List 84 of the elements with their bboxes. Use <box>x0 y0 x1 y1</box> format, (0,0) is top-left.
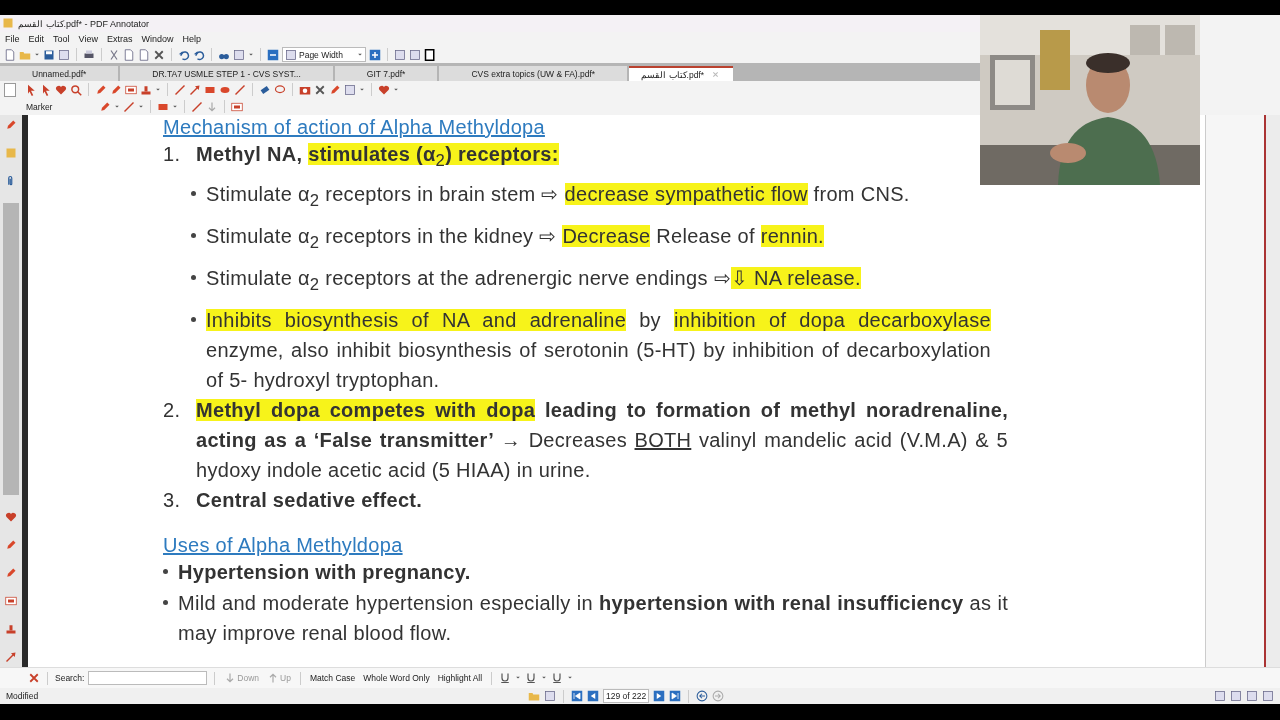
print-icon[interactable] <box>83 48 95 61</box>
menu-item[interactable]: View <box>78 34 98 44</box>
bullet-dot <box>191 275 196 280</box>
zoom-in-icon[interactable] <box>369 48 381 61</box>
search-option[interactable]: Match Case <box>307 673 358 683</box>
line-width-icon[interactable] <box>123 100 135 113</box>
back-icon[interactable] <box>696 690 709 702</box>
search-label: Search: <box>55 673 85 683</box>
bullet-text: Mild and moderate hypertension especially in hypertension with renal insufficiency as it may improve renal blood flow. <box>178 591 1008 646</box>
single-page-icon[interactable] <box>394 48 406 61</box>
new-document-icon[interactable] <box>4 48 16 61</box>
document-tab[interactable]: DR.TA7 USMLE STEP 1 - CVS SYST... <box>120 66 333 81</box>
search-option[interactable]: Highlight All <box>435 673 485 683</box>
heart-icon[interactable] <box>5 511 17 523</box>
document-icon[interactable] <box>58 48 70 61</box>
menu-item[interactable]: Extras <box>106 34 133 44</box>
pointer-icon[interactable] <box>25 83 37 96</box>
document-tab[interactable]: كتاب القسم.pdf* <box>629 66 734 81</box>
bullet-dot <box>191 233 196 238</box>
single-page-icon[interactable] <box>1214 690 1226 702</box>
line-icon[interactable] <box>174 83 186 96</box>
previous-page-icon[interactable] <box>587 690 599 702</box>
scrollbar[interactable] <box>1264 115 1280 667</box>
page-number-field[interactable]: 129 of 222 <box>603 689 650 703</box>
list-text: Central sedative effect. <box>196 488 424 513</box>
pen-icon[interactable] <box>95 83 107 96</box>
bullet-dot <box>191 191 196 196</box>
menu-item[interactable]: Tool <box>53 34 70 44</box>
bullet-text: Stimulate α$_{2}$ receptors in the kidney ⇨ Decrease Release of rennin. <box>206 224 825 254</box>
section-heading: Mechanism of action of Alpha Methyldopa <box>163 115 546 139</box>
window-title: كتاب القسم.pdf* - PDF Annotator <box>18 18 150 29</box>
arrow-icon[interactable] <box>189 83 201 96</box>
close-icon[interactable] <box>28 672 40 684</box>
stamp-icon[interactable] <box>5 623 17 635</box>
first-page-icon[interactable] <box>571 690 583 702</box>
undo-icon[interactable] <box>178 48 190 61</box>
panel-toggle[interactable] <box>4 82 16 97</box>
section-heading: Uses of Alpha Methyldopa <box>163 533 404 557</box>
bullet-dot <box>163 569 168 574</box>
stamp-icon[interactable] <box>140 83 152 96</box>
status-text: Modified <box>6 691 39 701</box>
bullet-text: Stimulate α$_{2}$ receptors in brain stem ⇨ decrease sympathetic flow from CNS. <box>206 182 911 212</box>
search-field[interactable] <box>88 671 208 685</box>
lasso-icon[interactable] <box>274 83 286 96</box>
menu-item[interactable]: Help <box>182 34 201 44</box>
delete-icon[interactable] <box>153 48 165 61</box>
bullet-dot <box>163 600 168 605</box>
save-icon[interactable] <box>43 48 55 61</box>
last-page-icon[interactable] <box>669 690 682 702</box>
bullet-text: Hypertension with pregnancy. <box>178 560 472 585</box>
zoom-out-icon[interactable] <box>267 48 279 61</box>
list-number: 1. <box>163 143 182 166</box>
app-icon <box>2 16 14 29</box>
list-text: Methyl dopa competes with dopa leading to formation of methyl noradrenaline, acting as a ‘False transmitter’ → Decreases BOTH valinyl mandelic acid (V.M.A) & 5 hydoxy indole acetic acid (5 HIAA) in urine. <box>196 398 1008 483</box>
magnifier-icon[interactable] <box>70 83 82 96</box>
page-width-icon <box>285 48 297 61</box>
fullscreen-icon[interactable] <box>424 48 436 61</box>
heart-icon[interactable] <box>378 83 390 96</box>
page-icon[interactable] <box>233 48 245 61</box>
text-box-icon[interactable] <box>125 83 137 96</box>
pen-icon[interactable] <box>5 119 17 131</box>
zoom-dropdown[interactable]: Page Width <box>282 47 366 62</box>
bullet-text: Inhibits biosynthesis of NA and adrenaline by inhibition of dopa decarboxylase enzyme, also inhibit biosynthesis of serotonin (5-HT) by inhibition of decarboxylation of 5- hydroxyl tryptophan. <box>206 308 991 393</box>
tool-name: Marker <box>25 101 54 112</box>
arrow-icon[interactable] <box>5 651 17 663</box>
document-tab[interactable]: GIT 7.pdf* <box>334 66 438 81</box>
document-tab[interactable]: CVS extra topics (UW & FA).pdf* <box>439 66 628 81</box>
marker-color-icon[interactable] <box>99 100 111 113</box>
marker-icon[interactable] <box>5 567 17 579</box>
marker-icon[interactable] <box>110 83 122 96</box>
bullet-text: Stimulate α$_{2}$ receptors at the adrenergic nerve endings ⇨⇩ NA release. <box>206 266 862 296</box>
search-option[interactable]: Whole Word Only <box>361 673 432 683</box>
menu-item[interactable]: File <box>5 34 20 44</box>
list-number: 2. <box>163 399 182 422</box>
underline-icon[interactable] <box>525 672 538 684</box>
pen-icon[interactable] <box>5 539 17 551</box>
menu-item[interactable]: Edit <box>28 34 45 44</box>
list-number: 3. <box>163 489 182 512</box>
menu-item[interactable]: Window <box>141 34 174 44</box>
cut-icon[interactable] <box>108 48 120 61</box>
next-page-icon[interactable] <box>653 690 666 702</box>
bullet-dot <box>191 317 196 322</box>
text-field-icon[interactable] <box>5 595 17 607</box>
document-tab[interactable]: Unnamed.pdf* <box>0 66 119 81</box>
